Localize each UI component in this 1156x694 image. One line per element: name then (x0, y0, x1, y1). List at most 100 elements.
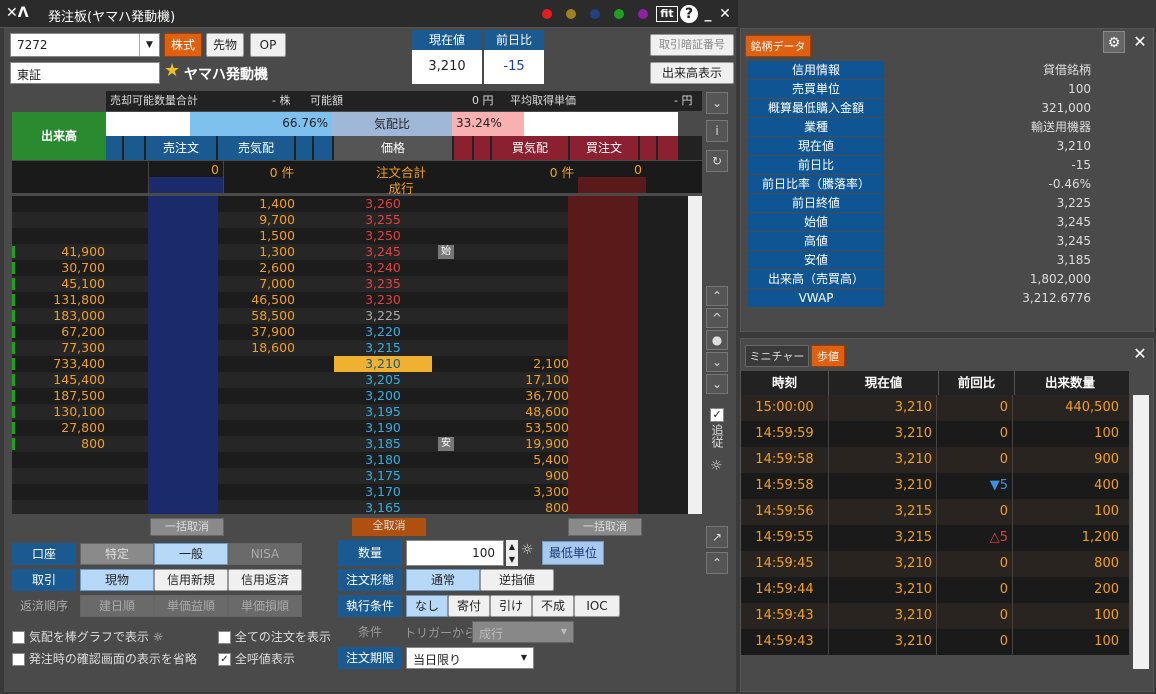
scroll-down-icon[interactable]: ⌄ (706, 352, 728, 372)
order-type-normal[interactable]: 通常 (406, 569, 480, 591)
lightbulb-icon: ☼ (152, 630, 164, 644)
book-row[interactable]: 145,400 3,205 17,100 (12, 372, 688, 388)
book-row[interactable]: 3,175 900 (12, 468, 688, 484)
center-icon[interactable]: ● (706, 330, 728, 350)
scroll-top-icon[interactable]: ⌃ (706, 286, 728, 306)
repay-date[interactable]: 建日順 (80, 595, 154, 617)
volume-cell: 77,300 (61, 340, 105, 355)
lightbulb-icon[interactable]: ☼ (521, 542, 534, 558)
book-row[interactable]: 45,100 7,000 3,235 (12, 276, 688, 292)
close-icon[interactable]: ✕ (716, 5, 734, 23)
min-unit-button[interactable]: 最低単位 (542, 541, 604, 565)
gear-icon[interactable]: ⚙ (1103, 31, 1125, 53)
color-dot-purple[interactable] (638, 9, 648, 19)
market-select[interactable]: 東証 (10, 62, 160, 84)
book-row[interactable]: 3,180 5,400 (12, 452, 688, 468)
order-type-stop[interactable]: 逆指値 (480, 569, 554, 591)
book-row[interactable]: 131,800 46,500 3,230 (12, 292, 688, 308)
color-dot-blue[interactable] (590, 9, 600, 19)
close-icon[interactable]: ✕ (1129, 31, 1151, 53)
tab-stock-data[interactable]: 銘柄データ (745, 35, 811, 57)
book-row[interactable]: 3,165 800 (12, 500, 688, 514)
cond-open[interactable]: 寄付 (448, 595, 490, 617)
account-nisa[interactable]: NISA (228, 543, 302, 565)
book-row[interactable]: 77,300 18,600 3,215 (12, 340, 688, 356)
quantity-input[interactable]: 100 (406, 540, 504, 566)
refresh-icon[interactable]: ↻ (706, 150, 728, 172)
checkbox-bar-graph[interactable]: 気配を棒グラフで表示 ☼ (12, 628, 163, 645)
follow-checkbox[interactable]: ✓ (710, 408, 724, 422)
repay-profit[interactable]: 単価益順 (154, 595, 228, 617)
lightbulb-icon[interactable]: ☼ (710, 458, 723, 474)
help-icon[interactable]: ? (680, 5, 698, 23)
color-dot-red[interactable] (542, 9, 552, 19)
tab-stock[interactable]: 株式 (164, 33, 202, 57)
book-row[interactable]: 733,400 3,210 2,100 (12, 356, 688, 372)
quantity-stepper[interactable]: ▲ ▼ (506, 540, 518, 566)
info-icon[interactable]: i (706, 120, 728, 142)
volume-cell (12, 228, 108, 244)
tab-options[interactable]: OP (250, 33, 286, 57)
cond-none[interactable]: なし (406, 595, 448, 617)
book-row[interactable]: 30,700 2,600 3,240 (12, 260, 688, 276)
book-row[interactable]: 67,200 37,900 3,220 (12, 324, 688, 340)
volume-cell (12, 500, 108, 514)
minimize-icon[interactable]: _ (700, 5, 716, 23)
volume-display-button[interactable]: 出来高表示 (650, 62, 734, 84)
book-row[interactable]: 187,500 3,200 36,700 (12, 388, 688, 404)
fit-icon[interactable]: fit (656, 6, 678, 22)
volume-cell: 67,200 (61, 324, 105, 339)
book-row[interactable]: 130,100 3,195 48,600 (12, 404, 688, 420)
checkbox-all-orders[interactable]: 全ての注文を表示 (218, 628, 331, 645)
tab-ticks[interactable]: 歩値 (811, 345, 845, 367)
book-row[interactable]: 800 3,185 安 19,900 (12, 436, 688, 452)
cond-ioc[interactable]: IOC (574, 595, 620, 617)
chart-icon[interactable]: ↗ (706, 526, 728, 548)
chevron-down-icon[interactable]: ▼ (139, 34, 159, 56)
cancel-sell-button[interactable]: 一括取消 (150, 518, 224, 536)
cancel-buy-button[interactable]: 一括取消 (568, 518, 642, 536)
volume-header[interactable]: 出来高 (12, 112, 106, 160)
close-icon[interactable]: ✕ (1129, 343, 1151, 365)
repay-order-label: 返済順序 (19, 599, 68, 613)
book-row[interactable]: 1,500 3,250 (12, 228, 688, 244)
chevron-double-down-icon[interactable]: ⌄ (706, 92, 728, 114)
checkbox-all-ticks[interactable]: ✓ 全呼値表示 (218, 650, 295, 667)
scroll-up-icon[interactable]: ^ (706, 308, 728, 328)
trade-margin-new[interactable]: 信用新規 (154, 569, 228, 591)
tick-quantity: 100 (1094, 608, 1119, 623)
star-icon[interactable]: ★ (164, 60, 180, 81)
repay-loss[interactable]: 単価損順 (228, 595, 302, 617)
book-row[interactable]: 1,400 3,260 (12, 196, 688, 212)
cancel-all-button[interactable]: 全取消 (352, 518, 426, 536)
checkbox-skip-confirm[interactable]: 発注時の確認画面の表示を省略 (12, 650, 197, 667)
book-row[interactable]: 9,700 3,255 (12, 212, 688, 228)
cond-close[interactable]: 引け (490, 595, 532, 617)
tab-mini-chart[interactable]: ミニチャート (745, 345, 809, 385)
cond-funari[interactable]: 不成 (532, 595, 574, 617)
book-row[interactable]: 3,170 3,300 (12, 484, 688, 500)
book-row[interactable]: 183,000 58,500 3,225 (12, 308, 688, 324)
tab-futures[interactable]: 先物 (206, 33, 244, 57)
trade-margin-repay[interactable]: 信用返済 (228, 569, 302, 591)
stock-data-value: 3,210 (1056, 139, 1091, 153)
color-dot-green[interactable] (614, 9, 624, 19)
color-dot-yellow[interactable] (566, 9, 576, 19)
account-tokutei[interactable]: 特定 (80, 543, 154, 565)
book-row[interactable]: 41,900 1,300 3,245 始 (12, 244, 688, 260)
trigger-select[interactable]: 成行 ▼ (472, 621, 574, 643)
price-cell: 3,165 (365, 500, 401, 514)
price-cell: 3,255 (365, 212, 401, 227)
chevron-up-icon[interactable]: ⌃ (706, 552, 728, 574)
book-scrollbar[interactable] (688, 196, 702, 514)
trade-cash[interactable]: 現物 (80, 569, 154, 591)
pin-button[interactable]: 取引暗証番号 (650, 34, 734, 56)
period-select[interactable]: 当日限り ▼ (406, 647, 534, 669)
scroll-bottom-icon[interactable]: ⌄ (706, 374, 728, 394)
ticks-scrollbar[interactable] (1133, 395, 1149, 669)
buy-quote-cell: 17,100 (525, 372, 569, 387)
sell-quote-cell (218, 500, 298, 514)
account-ippan[interactable]: 一般 (154, 543, 228, 565)
book-row[interactable]: 27,800 3,190 53,500 (12, 420, 688, 436)
stock-code-input[interactable]: 7272 ▼ (10, 33, 160, 57)
